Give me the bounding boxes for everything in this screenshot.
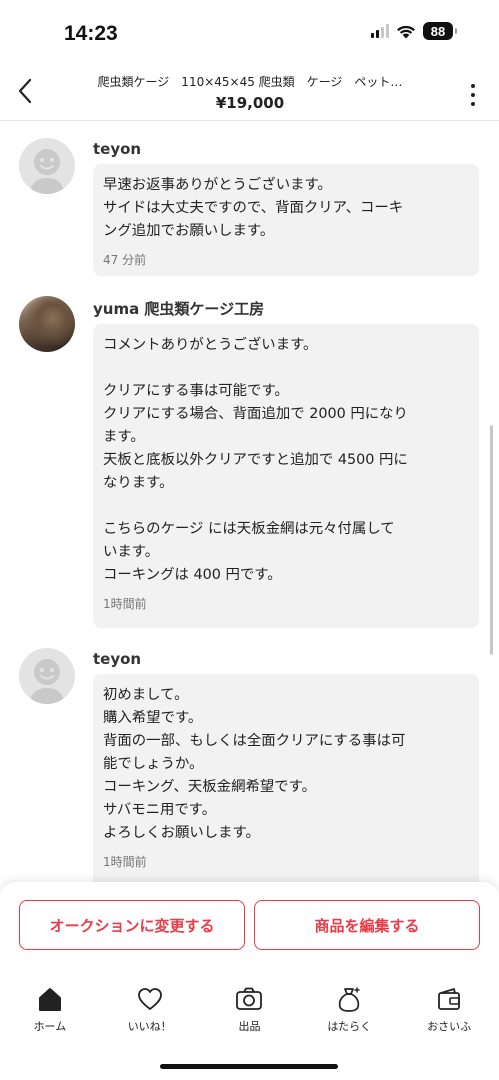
tab-sell[interactable]: 出品 xyxy=(200,985,300,1045)
comment-bubble: コメントありがとうございます。 クリアにする事は可能です。 クリアにする場合、背… xyxy=(93,324,479,628)
home-indicator[interactable] xyxy=(160,1064,338,1069)
comment-line: います。 xyxy=(103,544,160,560)
comment-bubble: 初めまして。 購入希望です。 背面の一部、もしくは全面クリアにする事は可 能でし… xyxy=(93,674,479,888)
chevron-left-icon xyxy=(18,78,32,104)
comment-line: 初めまして。 xyxy=(103,687,189,703)
more-options-button[interactable] xyxy=(469,84,477,106)
tab-home[interactable]: ホーム xyxy=(0,985,100,1045)
comment-line: コーキングは 400 円です。 xyxy=(103,567,282,583)
comment-line: こちらのケージ には天板金網は元々付属して xyxy=(103,521,395,537)
comment-time: 47 分前 xyxy=(103,253,147,267)
comment-line: よろしくお願いします。 xyxy=(103,825,260,841)
item-header: 爬虫類ケージ 110×45×45 爬虫類 ケージ ペット… ¥19,000 xyxy=(0,62,499,121)
comment-line: コーキング、天板金網希望です。 xyxy=(103,779,316,795)
comment-line: ング追加でお願いします。 xyxy=(103,223,275,239)
battery-level: 88 xyxy=(430,23,446,39)
comment-line: なります。 xyxy=(103,475,174,491)
tab-bar: ホーム いいね！ 出品 はたらく おさいふ xyxy=(0,985,499,1045)
status-indicators: 88 xyxy=(371,22,457,40)
tab-label: 出品 xyxy=(238,1020,261,1033)
comment-bubble: 早速お返事ありがとうございます。 サイドは大丈夫ですので、背面クリア、コーキ ン… xyxy=(93,164,479,276)
scroll-indicator[interactable] xyxy=(490,425,493,655)
default-avatar[interactable] xyxy=(19,138,75,194)
comment-line: 購入希望です。 xyxy=(103,710,203,726)
comment-line: コメントありがとうございます。 xyxy=(103,337,318,353)
comment-line: サイドは大丈夫ですので、背面クリア、コーキ xyxy=(103,200,404,216)
comment-author[interactable]: yuma 爬虫類ケージ工房 xyxy=(93,298,264,319)
comment-line xyxy=(103,357,479,380)
comment-line: 背面の一部、もしくは全面クリアにする事は可 xyxy=(103,733,406,749)
heart-icon xyxy=(136,985,164,1013)
comment-line xyxy=(103,495,479,518)
wallet-icon xyxy=(435,985,463,1013)
money-bag-icon xyxy=(335,985,363,1013)
tab-label: ホーム xyxy=(33,1020,67,1033)
edit-item-button[interactable]: 商品を編集する xyxy=(254,900,480,950)
action-bar: オークションに変更する 商品を編集する xyxy=(0,882,499,1080)
tab-wallet[interactable]: おさいふ xyxy=(399,985,499,1045)
tab-work[interactable]: はたらく xyxy=(299,985,399,1045)
tab-label: おさいふ xyxy=(427,1020,472,1033)
comment-line: ます。 xyxy=(103,429,145,445)
comment-author[interactable]: teyon xyxy=(93,140,141,158)
back-button[interactable] xyxy=(10,76,40,106)
comment-line: サバモニ用です。 xyxy=(103,802,217,818)
comment-line: クリアにする場合、背面追加で 2000 円になり xyxy=(103,406,408,422)
tab-label: いいね！ xyxy=(127,1020,172,1033)
comment-line: クリアにする事は可能です。 xyxy=(103,383,289,399)
change-to-auction-button[interactable]: オークションに変更する xyxy=(19,900,245,950)
camera-icon xyxy=(235,985,263,1013)
wifi-icon xyxy=(397,25,415,38)
status-time: 14:23 xyxy=(64,22,118,45)
item-price: ¥19,000 xyxy=(215,94,285,112)
comment-time: 1時間前 xyxy=(103,855,147,869)
battery-icon: 88 xyxy=(423,22,457,40)
vertical-ellipsis-icon xyxy=(471,84,475,88)
comment-line: 天板と底板以外クリアですと追加で 4500 円に xyxy=(103,452,408,468)
status-bar: 14:23 88 xyxy=(0,0,499,62)
comment-line: 能でしょうか。 xyxy=(103,756,204,772)
tab-label: はたらく xyxy=(327,1020,372,1033)
item-title: 爬虫類ケージ 110×45×45 爬虫類 ケージ ペット… xyxy=(97,75,403,89)
photo-avatar[interactable] xyxy=(19,296,75,352)
comment-time: 1時間前 xyxy=(103,597,147,611)
signal-icon xyxy=(371,24,389,38)
comment-line: 早速お返事ありがとうございます。 xyxy=(103,177,332,193)
default-avatar[interactable] xyxy=(19,648,75,704)
tab-likes[interactable]: いいね！ xyxy=(100,985,200,1045)
comment-author[interactable]: teyon xyxy=(93,650,141,668)
home-icon xyxy=(36,985,64,1013)
